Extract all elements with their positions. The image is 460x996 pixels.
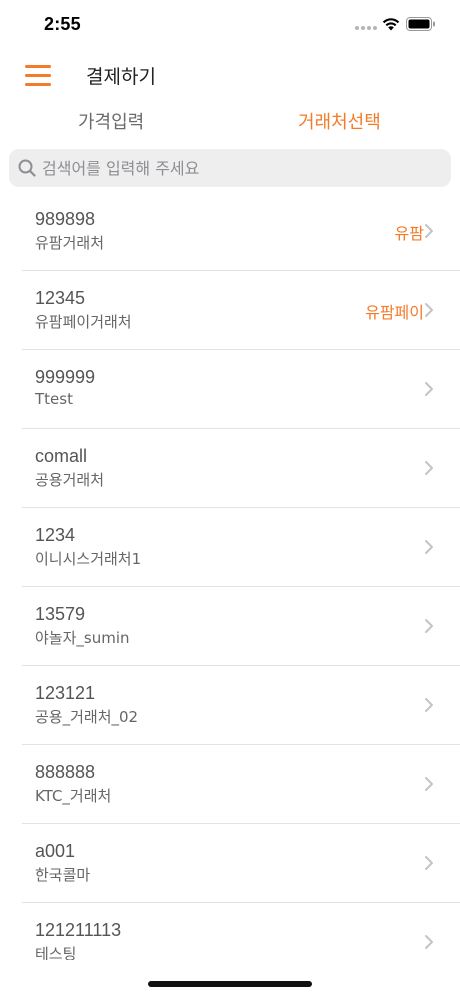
- page-title: 결제하기: [86, 66, 156, 88]
- client-name: Ttest: [35, 390, 73, 408]
- client-name: 유팜페이거래처: [35, 313, 132, 331]
- chevron-right-icon: [425, 777, 433, 791]
- client-name: 이니시스거래처1: [35, 550, 142, 568]
- tab-client-select[interactable]: 거래처선택: [298, 111, 381, 139]
- search-icon: [18, 159, 36, 177]
- client-code: 12345: [35, 288, 86, 308]
- client-row[interactable]: 123121 공용_거래처_02: [0, 666, 460, 745]
- client-code: comall: [35, 446, 88, 466]
- client-code: 989898: [35, 209, 96, 229]
- client-code: 123121: [35, 683, 96, 703]
- client-name: 공용거래처: [35, 471, 105, 489]
- client-code: 13579: [35, 604, 86, 624]
- client-name: KTC_거래처: [35, 787, 112, 805]
- cellular-signal-icon: [355, 26, 377, 31]
- battery-icon: [406, 17, 435, 31]
- client-row[interactable]: 888888 KTC_거래처: [0, 745, 460, 824]
- client-row[interactable]: 13579 야놀자_sumin: [0, 587, 460, 666]
- chevron-right-icon: [425, 935, 433, 949]
- client-code: a001: [35, 841, 76, 861]
- chevron-right-icon: [425, 461, 433, 475]
- client-row[interactable]: 12345 유팜페이거래처 유팜페이: [0, 271, 460, 350]
- client-row[interactable]: 121211113 테스팅: [0, 903, 460, 960]
- client-code: 888888: [35, 762, 96, 782]
- search-input[interactable]: [42, 149, 442, 187]
- chevron-right-icon: [425, 856, 433, 870]
- client-name: 야놀자_sumin: [35, 629, 130, 647]
- client-name: 유팜거래처: [35, 234, 105, 252]
- status-time: 2:55: [44, 14, 81, 34]
- client-name: 한국콜마: [35, 866, 91, 884]
- chevron-right-icon: [425, 303, 433, 317]
- client-name: 공용_거래처_02: [35, 708, 139, 726]
- home-indicator[interactable]: [148, 981, 312, 987]
- client-list: 989898 유팜거래처 유팜 12345 유팜페이거래처 유팜페이 99999…: [0, 192, 460, 960]
- client-tag: 유팜: [394, 224, 424, 243]
- client-row[interactable]: 989898 유팜거래처 유팜: [0, 192, 460, 271]
- navigation-bar: [0, 50, 460, 100]
- chevron-right-icon: [425, 619, 433, 633]
- client-name: 테스팅: [35, 945, 77, 960]
- chevron-right-icon: [425, 698, 433, 712]
- wifi-icon: [382, 18, 400, 31]
- client-row[interactable]: comall 공용거래처: [0, 429, 460, 508]
- client-row[interactable]: 1234 이니시스거래처1: [0, 508, 460, 587]
- chevron-right-icon: [425, 540, 433, 554]
- chevron-right-icon: [425, 224, 433, 238]
- app-screen: 2:55 결제하기 가격입력 거래처선택 989898 유팜거래처: [0, 0, 460, 996]
- client-tag: 유팜페이: [365, 303, 424, 322]
- hamburger-menu-icon[interactable]: [25, 65, 51, 87]
- client-code: 1234: [35, 525, 76, 545]
- client-code: 121211113: [35, 920, 122, 940]
- client-row[interactable]: 999999 Ttest: [0, 350, 460, 429]
- chevron-right-icon: [425, 382, 433, 396]
- search-bar[interactable]: [9, 149, 451, 187]
- client-row[interactable]: a001 한국콜마: [0, 824, 460, 903]
- status-bar: 2:55: [0, 0, 460, 50]
- client-code: 999999: [35, 367, 96, 387]
- tab-price-input[interactable]: 가격입력: [78, 111, 144, 139]
